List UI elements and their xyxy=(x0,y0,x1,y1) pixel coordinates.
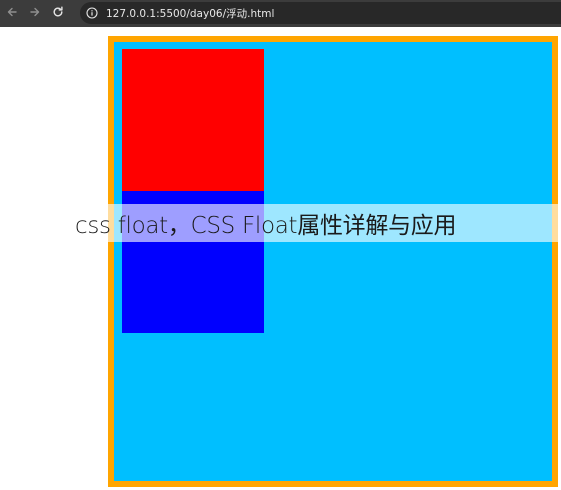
info-icon[interactable] xyxy=(86,7,98,19)
float-container xyxy=(108,36,558,487)
forward-button[interactable] xyxy=(26,5,44,23)
overlay-title: css float，CSS Float属性详解与应用 xyxy=(75,213,457,239)
reload-icon xyxy=(52,6,64,22)
back-button[interactable] xyxy=(3,5,21,23)
red-float-box xyxy=(122,49,264,191)
arrow-left-icon xyxy=(6,6,18,22)
page-viewport xyxy=(0,27,561,490)
reload-button[interactable] xyxy=(49,5,67,23)
url-text[interactable]: 127.0.0.1:5500/day06/浮动.html xyxy=(106,6,274,21)
title-overlay-banner: css float，CSS Float属性详解与应用 xyxy=(68,204,561,242)
address-bar[interactable]: 127.0.0.1:5500/day06/浮动.html xyxy=(80,2,561,24)
arrow-right-icon xyxy=(29,6,41,22)
browser-toolbar: 127.0.0.1:5500/day06/浮动.html xyxy=(0,0,561,27)
